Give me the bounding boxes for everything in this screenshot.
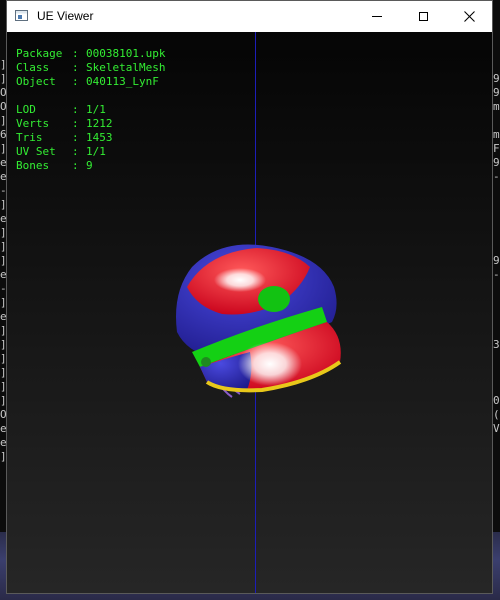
background-console-char <box>493 240 500 254</box>
background-console-char: 9 <box>493 72 500 85</box>
mesh-info-overlay: Package : 00038101.upk Class : SkeletalM… <box>16 47 165 173</box>
info-object-key: Object <box>16 75 56 88</box>
close-button[interactable] <box>446 1 492 32</box>
info-tris-row: Tris : 1453 <box>16 131 165 145</box>
info-separator: : <box>72 145 79 158</box>
background-console-char <box>493 226 500 240</box>
info-lod-row: LOD : 1/1 <box>16 103 165 117</box>
background-console-char <box>493 380 500 394</box>
background-console-char <box>493 58 500 72</box>
info-tris-key: Tris <box>16 131 43 144</box>
background-console-char <box>493 184 500 198</box>
info-separator: : <box>72 103 79 116</box>
background-console-char: V <box>493 422 500 435</box>
info-class-key: Class <box>16 61 50 74</box>
maximize-button[interactable] <box>400 1 446 32</box>
background-console-char <box>493 436 500 450</box>
close-icon <box>463 11 475 22</box>
info-separator: : <box>72 131 79 144</box>
3d-viewport[interactable]: Package : 00038101.upk Class : SkeletalM… <box>7 32 492 593</box>
ue-viewer-window[interactable]: UE Viewer Package : 00038101.upk Class : <box>6 0 493 594</box>
info-bones-row: Bones : 9 <box>16 159 165 173</box>
info-object-value: 040113_LynF <box>86 75 159 88</box>
background-console-char: 0 <box>493 394 500 407</box>
info-verts-key: Verts <box>16 117 50 130</box>
info-object-row: Object : 040113_LynF <box>16 75 165 89</box>
info-tris-value: 1453 <box>86 131 113 144</box>
background-console-char <box>493 114 500 128</box>
background-console-char: m <box>493 128 500 141</box>
background-console-char: m <box>493 100 500 113</box>
background-console-char <box>493 324 500 338</box>
background-console-char: ( <box>493 408 500 421</box>
background-console-char <box>493 310 500 324</box>
info-class-value: SkeletalMesh <box>86 61 166 74</box>
background-console-char <box>493 352 500 366</box>
info-bones-key: Bones <box>16 159 50 172</box>
info-separator: : <box>72 61 79 74</box>
maximize-icon <box>418 12 428 21</box>
background-console-char: 9 <box>493 254 500 267</box>
minimize-icon <box>372 16 382 17</box>
info-uv-set-value: 1/1 <box>86 145 106 158</box>
info-separator: : <box>72 75 79 88</box>
info-separator: : <box>72 117 79 130</box>
hat-small-knob <box>201 357 211 367</box>
background-console-char: - <box>493 170 500 183</box>
window-title: UE Viewer <box>37 9 94 23</box>
info-separator: : <box>72 159 79 172</box>
background-console-char: - <box>493 268 500 281</box>
hat-mesh-model[interactable] <box>162 212 352 402</box>
background-console-char: 3 <box>493 338 500 351</box>
hat-green-button <box>258 286 290 312</box>
info-package-row: Package : 00038101.upk <box>16 47 165 61</box>
info-separator: : <box>72 47 79 60</box>
app-window-icon <box>15 10 28 21</box>
background-console-char <box>493 296 500 310</box>
minimize-button[interactable] <box>354 1 400 32</box>
info-verts-value: 1212 <box>86 117 113 130</box>
info-package-key: Package <box>16 47 63 60</box>
info-uv-set-row: UV Set : 1/1 <box>16 145 165 159</box>
background-console-char <box>493 198 500 212</box>
background-console-char: 9 <box>493 156 500 169</box>
background-console-right-edge: 99m mF9- 9- 3 0(V <box>493 58 500 450</box>
hat-crown-highlight <box>214 268 266 292</box>
info-class-row: Class : SkeletalMesh <box>16 61 165 75</box>
info-uv-set-key: UV Set <box>16 145 56 158</box>
info-package-value: 00038101.upk <box>86 47 166 60</box>
info-lod-key: LOD <box>16 103 36 116</box>
background-console-char: 9 <box>493 86 500 99</box>
background-console-char <box>493 282 500 296</box>
background-console-char <box>493 212 500 226</box>
background-console-char: F <box>493 142 500 155</box>
hat-brim-highlight <box>238 342 302 386</box>
info-verts-row: Verts : 1212 <box>16 117 165 131</box>
info-lod-value: 1/1 <box>86 103 106 116</box>
background-console-char <box>493 366 500 380</box>
title-bar[interactable]: UE Viewer <box>7 1 492 32</box>
info-bones-value: 9 <box>86 159 93 172</box>
